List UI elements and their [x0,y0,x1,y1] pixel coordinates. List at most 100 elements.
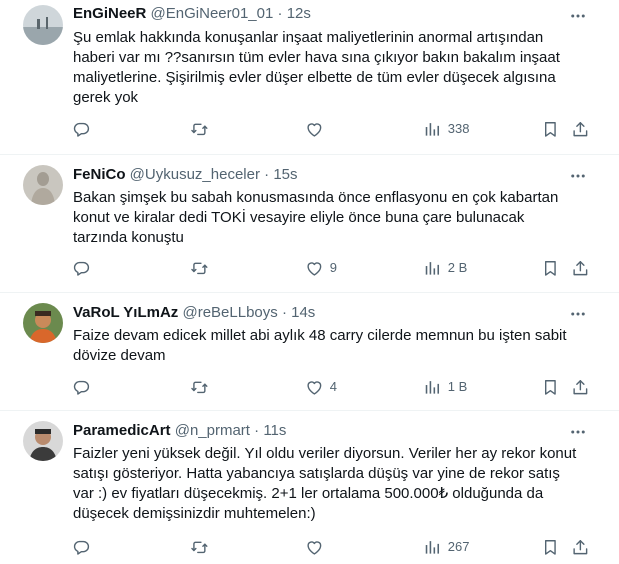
display-name[interactable]: ParamedicArt [73,422,171,439]
views-button[interactable]: 267 [423,530,469,564]
separator-dot: · [277,5,283,22]
tweet-header: EnGiNeeR @EnGiNeer01_01 · 12s [73,4,579,24]
separator-dot: · [254,422,260,439]
tweet[interactable]: EnGiNeeR @EnGiNeer01_01 · 12s Şu emlak h… [0,0,619,155]
bookmark-icon [541,120,560,139]
retweet-icon [190,378,209,397]
share-button[interactable] [571,112,590,146]
tweet-text: Faizler yeni yüksek değil. Yıl oldu veri… [73,444,593,524]
tweet-actions: 9 2 B [62,251,600,285]
tweet-text-line: düşecek demişsinizdir muhtemelen:) [73,505,316,522]
tweet-text-line: var :) ev fiyatları düşecekmiş. 2+1 ler … [73,485,544,502]
share-button[interactable] [571,530,590,564]
avatar[interactable] [23,421,63,461]
heart-icon [305,120,324,139]
tweet-text-line: Şu emlak hakkında konuşanlar inşaat mali… [73,29,544,46]
views-button[interactable]: 338 [423,112,469,146]
user-handle[interactable]: @Uykusuz_heceler [130,166,260,183]
separator-dot: · [281,304,287,321]
timestamp[interactable]: 11s [263,422,286,439]
tweet[interactable]: ParamedicArt @n_prmart · 11s Faizler yen… [0,410,619,556]
retweet-button[interactable] [190,530,209,564]
views-chart-icon [423,259,442,278]
share-button[interactable] [571,251,590,285]
view-count: 267 [447,539,470,554]
tweet-text: Şu emlak hakkında konuşanlar inşaat mali… [73,28,593,108]
tweet-text-line: konut ve kiralar dedi TOKİ vesayire eliy… [73,209,525,226]
views-button[interactable]: 2 B [423,251,467,285]
bookmark-button[interactable] [541,370,560,404]
tweet-feed: EnGiNeeR @EnGiNeer01_01 · 12s Şu emlak h… [0,0,619,556]
reply-icon [72,259,91,278]
more-options-icon[interactable] [569,305,587,323]
avatar[interactable] [23,165,63,205]
view-count: 338 [447,121,470,136]
avatar[interactable] [23,5,63,45]
timestamp[interactable]: 12s [287,5,311,22]
tweet-actions: 267 [62,530,600,564]
retweet-icon [190,538,209,557]
display-name[interactable]: FeNiCo [73,166,126,183]
bookmark-icon [541,259,560,278]
reply-button[interactable] [72,370,91,404]
user-handle[interactable]: @n_prmart [175,422,250,439]
retweet-button[interactable] [190,370,209,404]
tweet-text-line: gerek yok [73,89,139,106]
reply-button[interactable] [72,112,91,146]
like-button[interactable] [305,530,330,564]
more-options-icon[interactable] [569,167,587,185]
bookmark-button[interactable] [541,112,560,146]
tweet-actions: 4 1 B [62,370,600,404]
reply-button[interactable] [72,251,91,285]
tweet-text-line: Faizler yeni yüksek değil. Yıl oldu veri… [73,445,577,462]
tweet-text-line: maliyetlerine. Şişirilmiş evler düşer el… [73,69,556,86]
tweet-text-line: Faize devam edicek millet abi aylık 48 c… [73,327,567,344]
views-chart-icon [423,120,442,139]
tweet-header: VaRoL YıLmAz @reBeLLboys · 14s [73,303,579,323]
share-icon [571,259,590,278]
timestamp[interactable]: 14s [291,304,315,321]
more-options-icon[interactable] [569,7,587,25]
share-button[interactable] [571,370,590,404]
retweet-icon [190,259,209,278]
avatar[interactable] [23,303,63,343]
views-button[interactable]: 1 B [423,370,467,404]
separator-dot: · [264,166,270,183]
heart-icon [305,538,324,557]
tweet-text-line: haberi var mı ??sanırsın tüm evler hava … [73,49,560,66]
share-icon [571,120,590,139]
tweet-text: Faize devam edicek millet abi aylık 48 c… [73,326,593,366]
tweet-text-line: dövize devam [73,347,166,364]
tweet-header: FeNiCo @Uykusuz_heceler · 15s [73,165,579,185]
tweet[interactable]: VaRoL YıLmAz @reBeLLboys · 14s Faize dev… [0,292,619,411]
like-count: 4 [329,379,337,394]
reply-icon [72,378,91,397]
reply-icon [72,120,91,139]
heart-icon [305,259,324,278]
reply-icon [72,538,91,557]
display-name[interactable]: VaRoL YıLmAz [73,304,178,321]
bookmark-icon [541,538,560,557]
retweet-button[interactable] [190,112,209,146]
like-button[interactable]: 4 [305,370,337,404]
like-button[interactable] [305,112,330,146]
bookmark-button[interactable] [541,251,560,285]
tweet-text-line: Bakan şimşek bu sabah konusmasında önce … [73,189,559,206]
tweet[interactable]: FeNiCo @Uykusuz_heceler · 15s Bakan şimş… [0,154,619,293]
display-name[interactable]: EnGiNeeR [73,5,146,22]
bookmark-button[interactable] [541,530,560,564]
timestamp[interactable]: 15s [273,166,297,183]
view-count: 2 B [447,260,468,275]
views-chart-icon [423,538,442,557]
more-options-icon[interactable] [569,423,587,441]
tweet-text-line: tarzında konuştu [73,229,184,246]
tweet-header: ParamedicArt @n_prmart · 11s [73,421,579,441]
tweet-text-line: satışı gösteriyor. Hatta yabancıya satış… [73,465,560,482]
retweet-button[interactable] [190,251,209,285]
reply-button[interactable] [72,530,91,564]
user-handle[interactable]: @EnGiNeer01_01 [151,5,274,22]
user-handle[interactable]: @reBeLLboys [182,304,277,321]
like-button[interactable]: 9 [305,251,337,285]
heart-icon [305,378,324,397]
views-chart-icon [423,378,442,397]
